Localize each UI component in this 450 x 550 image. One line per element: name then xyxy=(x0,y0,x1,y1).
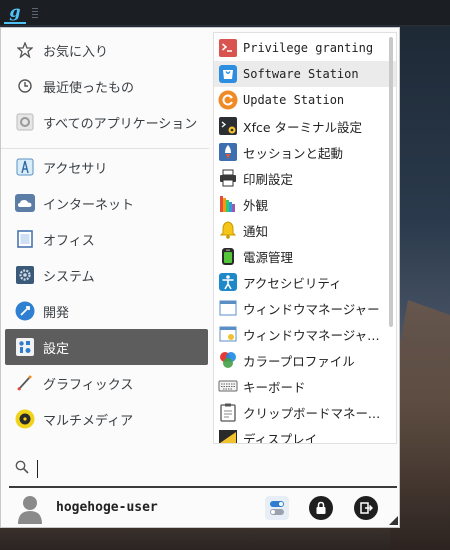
category-label: オフィス xyxy=(43,233,95,249)
category-graphics[interactable]: グラフィックス xyxy=(5,365,208,401)
category-label: お気に入り xyxy=(43,44,109,60)
category-multimedia[interactable]: マルチメディア xyxy=(5,401,208,437)
category-recent[interactable]: 最近使ったもの xyxy=(5,68,208,104)
office-icon xyxy=(15,229,35,249)
history-icon xyxy=(15,76,35,96)
star-icon xyxy=(15,40,35,60)
accessories-icon xyxy=(15,157,35,177)
privilege-icon xyxy=(217,37,239,59)
window-manager-icon xyxy=(217,297,239,319)
lock-icon xyxy=(316,501,326,514)
window-manager-tweaks-icon xyxy=(217,323,239,345)
cloud-icon xyxy=(15,193,35,213)
app-item[interactable]: ディスプレイ xyxy=(214,425,389,443)
settings-manager-button[interactable] xyxy=(265,496,289,520)
category-internet[interactable]: インターネット xyxy=(5,185,208,221)
category-favorites[interactable]: お気に入り xyxy=(5,32,208,68)
color-profile-icon xyxy=(217,349,239,371)
category-all-apps[interactable]: すべてのアプリケーション xyxy=(5,104,208,140)
app-item[interactable]: 印刷設定 xyxy=(214,165,389,191)
text-caret xyxy=(37,460,38,478)
top-panel: g xyxy=(0,0,450,26)
system-gear-icon xyxy=(15,265,35,285)
settings-toggle-icon xyxy=(270,501,284,515)
category-label: マルチメディア xyxy=(43,413,134,429)
session-icon xyxy=(217,141,239,163)
appearance-icon xyxy=(217,193,239,215)
search-input[interactable] xyxy=(43,458,401,480)
app-item[interactable]: Update Station xyxy=(214,87,389,113)
menu-footer: hogehoge-user xyxy=(1,490,401,528)
software-station-icon xyxy=(217,63,239,85)
whisker-menu-button[interactable]: g xyxy=(4,2,26,24)
application-menu: お気に入り 最近使ったもの すべてのアプリケーション アクセサリ インターネット… xyxy=(0,27,401,528)
category-label: 最近使ったもの xyxy=(43,80,135,96)
search-icon xyxy=(15,460,29,478)
category-list: お気に入り 最近使ったもの すべてのアプリケーション アクセサリ インターネット… xyxy=(1,28,211,448)
resize-grip[interactable] xyxy=(389,516,398,525)
display-icon xyxy=(217,427,239,443)
update-station-icon xyxy=(217,89,239,111)
accessibility-icon xyxy=(217,271,239,293)
logout-icon xyxy=(360,502,373,514)
search-bar xyxy=(1,453,401,485)
log-out-button[interactable] xyxy=(354,496,378,520)
app-item[interactable]: ウィンドウマネージャー（詳細） xyxy=(214,321,389,347)
bell-icon xyxy=(217,219,239,241)
search-underline xyxy=(9,486,397,488)
username: hogehoge-user xyxy=(56,500,158,515)
lock-screen-button[interactable] xyxy=(309,496,333,520)
app-item[interactable]: ウィンドウマネージャー xyxy=(214,295,389,321)
avatar xyxy=(17,494,43,524)
app-item[interactable]: アクセシビリティ xyxy=(214,269,389,295)
app-item[interactable]: キーボード xyxy=(214,373,389,399)
clipboard-icon xyxy=(217,401,239,423)
category-label: アクセサリ xyxy=(43,161,108,177)
app-item[interactable]: セッションと起動 xyxy=(214,139,389,165)
app-item[interactable]: Software Station xyxy=(214,61,396,87)
app-item[interactable]: カラープロファイル xyxy=(214,347,389,373)
app-item[interactable]: 電源管理 xyxy=(214,243,389,269)
app-item[interactable]: 通知 xyxy=(214,217,389,243)
all-apps-icon xyxy=(15,112,35,132)
development-icon xyxy=(15,301,35,321)
category-label: インターネット xyxy=(43,197,135,213)
category-development[interactable]: 開発 xyxy=(5,293,208,329)
category-label: グラフィックス xyxy=(43,377,134,393)
category-settings[interactable]: 設定 xyxy=(5,329,208,365)
app-item[interactable]: Xfce ターミナル設定 xyxy=(214,113,389,139)
app-item[interactable]: Privilege granting xyxy=(214,35,389,61)
category-accessories[interactable]: アクセサリ xyxy=(5,149,208,185)
power-icon xyxy=(217,245,239,267)
keyboard-icon xyxy=(217,375,239,397)
category-label: すべてのアプリケーション xyxy=(43,116,198,132)
multimedia-icon xyxy=(15,409,35,429)
app-item[interactable]: クリップボードマネージャー xyxy=(214,399,389,425)
app-item[interactable]: 外観 xyxy=(214,191,389,217)
application-list: Privilege granting Software Station Upda… xyxy=(213,32,397,444)
panel-handle[interactable] xyxy=(32,7,38,18)
settings-icon xyxy=(15,337,35,357)
category-label: 設定 xyxy=(43,341,70,357)
terminal-settings-icon xyxy=(217,115,239,137)
category-label: 開発 xyxy=(43,305,70,321)
app-list-scrollbar[interactable] xyxy=(389,37,393,327)
category-system[interactable]: システム xyxy=(5,257,208,293)
category-label: システム xyxy=(43,269,95,285)
category-office[interactable]: オフィス xyxy=(5,221,208,257)
graphics-icon xyxy=(15,373,35,393)
printer-icon xyxy=(217,167,239,189)
